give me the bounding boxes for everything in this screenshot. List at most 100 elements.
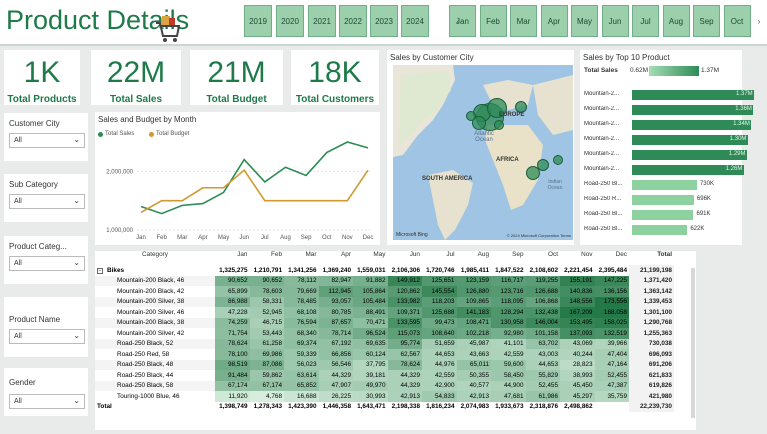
grand-total-cell[interactable]: 2,498,862 [560,402,595,413]
matrix-cell[interactable]: 147,225 [594,275,629,286]
row-total[interactable]: 1,255,363 [629,328,674,339]
matrix-cell[interactable]: 101,158 [525,328,560,339]
matrix-cell[interactable]: 55,829 [525,370,560,381]
map-canvas[interactable]: Atlantic Ocean EUROPE AFRICA SOUTH AMERI… [393,65,573,240]
matrix-cell[interactable]: 45,297 [560,391,595,402]
column-header[interactable]: Nov [560,251,595,265]
matrix-cell[interactable]: 140,836 [560,286,595,297]
matrix-cell[interactable]: 1,325,275 [215,265,250,276]
matrix-cell[interactable]: 82,947 [318,275,353,286]
matrix-cell[interactable]: 46,715 [249,317,284,328]
matrix-cell[interactable]: 43,663 [456,349,491,360]
matrix-cell[interactable]: 47,404 [594,349,629,360]
matrix-cell[interactable]: 43,069 [560,338,595,349]
matrix-cell[interactable]: 91,882 [353,275,388,286]
matrix-cell[interactable]: 1,985,411 [457,265,492,276]
matrix-cell[interactable]: 1,559,031 [353,265,388,276]
matrix-cell[interactable]: 74,259 [215,317,250,328]
matrix-cell[interactable]: 112,945 [318,286,353,297]
matrix-cell[interactable]: 59,600 [491,359,526,370]
row-header[interactable]: Mountain-200 Silver, 46 [95,307,215,318]
matrix-cell[interactable]: 35,759 [594,391,629,402]
matrix-cell[interactable]: 45,987 [456,338,491,349]
month-button-jul[interactable]: Jul [632,5,659,37]
matrix-cell[interactable]: 67,174 [215,380,250,391]
year-button-2021[interactable]: 2021 [308,5,336,37]
grand-total-cell[interactable]: 2,074,983 [457,402,492,413]
matrix-cell[interactable]: 137,093 [560,328,595,339]
matrix-cell[interactable]: 4,768 [249,391,284,402]
matrix-cell[interactable]: 86,988 [215,296,250,307]
matrix-cell[interactable]: 95,774 [387,338,422,349]
matrix-cell[interactable]: 91,484 [215,370,250,381]
column-header[interactable]: Oct [526,251,561,265]
row-total[interactable]: 621,833 [629,370,674,381]
matrix-cell[interactable]: 141,183 [456,307,491,318]
matrix-cell[interactable]: 149,912 [387,275,422,286]
bar[interactable] [632,180,697,190]
grand-total-cell[interactable]: 1,278,343 [250,402,285,413]
year-button-2020[interactable]: 2020 [276,5,304,37]
row-header[interactable]: Road-250 Black, 52 [95,338,215,349]
matrix-cell[interactable]: 47,228 [215,307,250,318]
matrix-cell[interactable]: 123,716 [491,286,526,297]
customer-city-dropdown[interactable]: All ⌄ [9,133,85,148]
matrix-cell[interactable]: 52,945 [249,307,284,318]
matrix-cell[interactable]: 1,369,240 [319,265,354,276]
row-header[interactable]: Mountain-200 Black, 38 [95,317,215,328]
matrix-cell[interactable]: 59,862 [249,370,284,381]
matrix-cell[interactable]: 78,112 [284,275,319,286]
matrix-cell[interactable]: 40,577 [456,380,491,391]
row-header[interactable]: Mountain-200 Silver, 42 [95,328,215,339]
matrix-cell[interactable]: 47,681 [491,391,526,402]
grand-total-cell[interactable]: 2,198,338 [388,402,423,413]
product-name-dropdown[interactable]: All ⌄ [9,329,85,344]
gender-dropdown[interactable]: All ⌄ [9,394,85,409]
matrix-cell[interactable]: 16,688 [284,391,319,402]
matrix-cell[interactable]: 120,862 [387,286,422,297]
grand-total-cell[interactable]: 1,398,749 [215,402,250,413]
matrix-cell[interactable]: 45,450 [560,380,595,391]
matrix-cell[interactable]: 52,455 [594,370,629,381]
matrix-cell[interactable]: 1,847,522 [491,265,526,276]
row-total[interactable]: 21,199,198 [629,265,674,276]
matrix-cell[interactable]: 125,688 [422,307,457,318]
matrix-cell[interactable]: 130,958 [491,317,526,328]
table-row[interactable]: Mountain-200 Silver, 46 47,228 52,945 68,10… [95,307,674,318]
matrix-cell[interactable]: 67,192 [318,338,353,349]
matrix-cell[interactable]: 11,920 [215,391,250,402]
matrix-cell[interactable]: 65,899 [215,286,250,297]
matrix-cell[interactable]: 39,966 [594,338,629,349]
row-total[interactable]: 730,038 [629,338,674,349]
matrix-cell[interactable]: 30,993 [353,391,388,402]
matrix-cell[interactable]: 42,913 [456,391,491,402]
matrix-cell[interactable]: 42,913 [387,391,422,402]
matrix-cell[interactable]: 38,993 [560,370,595,381]
matrix-cell[interactable]: 132,519 [594,328,629,339]
row-header[interactable]: Touring-1000 Blue, 46 [95,391,215,402]
table-row[interactable]: Mountain-200 Black, 42 65,899 78,603 79,669… [95,286,674,297]
matrix-cell[interactable]: 173,556 [594,296,629,307]
row-total[interactable]: 1,371,420 [629,275,674,286]
grand-total-cell[interactable]: 1,933,673 [491,402,526,413]
matrix-cell[interactable]: 2,221,454 [560,265,595,276]
matrix-cell[interactable]: 116,717 [491,275,526,286]
matrix-cell[interactable]: 61,986 [525,391,560,402]
row-header[interactable]: Road-250 Black, 48 [95,359,215,370]
grand-total-value[interactable]: 22,239,730 [629,401,674,412]
matrix-cell[interactable]: 98,519 [215,359,250,370]
grand-total-cell[interactable]: 2,318,876 [526,402,561,413]
column-header[interactable]: Mar [284,251,319,265]
matrix-cell[interactable]: 108,640 [422,328,457,339]
table-row[interactable]: Road-250 Black, 52 78,624 61,258 69,374 67,1… [95,338,674,349]
row-total[interactable]: 1,290,768 [629,317,674,328]
matrix-cell[interactable]: 44,329 [387,380,422,391]
year-button-2019[interactable]: 2019 [244,5,272,37]
matrix-cell[interactable]: 115,073 [387,328,422,339]
matrix-cell[interactable]: 44,329 [387,370,422,381]
matrix-cell[interactable]: 108,471 [456,317,491,328]
series-line-sales[interactable] [140,141,369,215]
year-button-2022[interactable]: 2022 [339,5,367,37]
month-scroll-left-icon[interactable]: ‹ [453,6,463,36]
row-total[interactable]: 421,980 [629,391,674,402]
